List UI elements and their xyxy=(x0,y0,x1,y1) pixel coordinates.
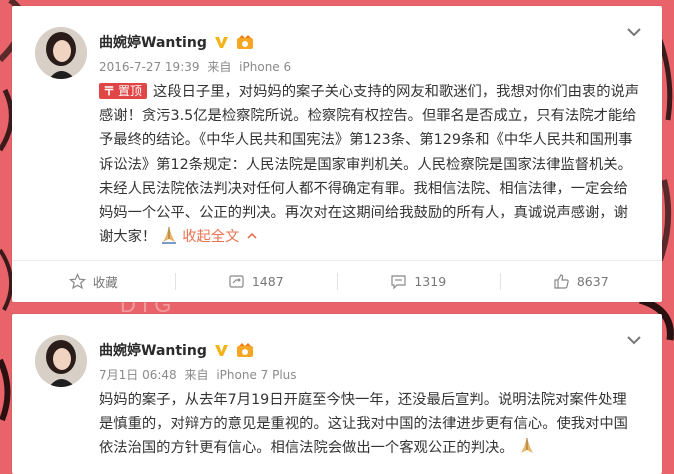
post-body: 妈妈的案子，从去年7月19日开庭至今快一年，还没最后宣判。说明法院对案件处理是慎… xyxy=(99,392,628,457)
repost-count: 1487 xyxy=(251,274,284,289)
weibo-post-card: 曲婉婷Wanting 7月1日 06:48 来自 iPhone 7 Plus 妈… xyxy=(12,314,662,474)
collapse-full-text-link[interactable]: 收起全文 xyxy=(182,229,257,245)
favorite-label: 收藏 xyxy=(92,275,118,290)
post-text: 〒置顶 这段日子里，对妈妈的案子关心支持的网友和歌迷们，我想对你们由衷的说声感谢！… xyxy=(99,80,640,249)
source-prefix: 来自 xyxy=(184,368,209,382)
crown-badge-icon[interactable] xyxy=(236,34,254,50)
post-text: 妈妈的案子，从去年7月19日开庭至今快一年，还没最后宣判。说明法院对案件处理是慎… xyxy=(99,388,640,461)
pray-emoji-icon xyxy=(162,227,177,245)
like-count: 8637 xyxy=(576,274,609,289)
pinned-label: 置顶 xyxy=(118,84,143,98)
verified-v-icon xyxy=(214,36,228,48)
star-icon xyxy=(68,273,86,290)
username[interactable]: 曲婉婷Wanting xyxy=(99,340,207,360)
source-prefix: 来自 xyxy=(207,60,232,74)
chevron-down-icon[interactable] xyxy=(626,334,642,346)
post-timestamp[interactable]: 7月1日 06:48 xyxy=(99,368,177,382)
action-bar: 收藏 1487 1319 8637 xyxy=(12,261,662,302)
post-meta: 7月1日 06:48 来自 iPhone 7 Plus xyxy=(99,366,301,383)
comment-icon xyxy=(391,275,406,290)
chevron-down-icon[interactable] xyxy=(626,26,642,38)
comment-button[interactable]: 1319 xyxy=(337,261,500,302)
thumbs-up-icon xyxy=(554,274,569,289)
weibo-post-card: 曲婉婷Wanting 2016-7-27 19:39 来自 iPhone 6 〒… xyxy=(12,6,662,302)
like-button[interactable]: 8637 xyxy=(499,261,663,302)
avatar[interactable] xyxy=(35,335,87,387)
post-meta: 2016-7-27 19:39 来自 iPhone 6 xyxy=(99,58,295,75)
repost-icon xyxy=(229,275,244,288)
chevron-up-icon xyxy=(247,233,257,239)
verified-v-icon xyxy=(214,344,228,356)
post-device[interactable]: iPhone 7 Plus xyxy=(216,368,296,382)
crown-badge-icon[interactable] xyxy=(236,342,254,358)
avatar[interactable] xyxy=(35,27,87,79)
post-timestamp[interactable]: 2016-7-27 19:39 xyxy=(99,60,200,74)
pin-icon: 〒 xyxy=(103,84,116,98)
favorite-button[interactable]: 收藏 xyxy=(12,261,175,302)
post-body: 这段日子里，对妈妈的案子关心支持的网友和歌迷们，我想对你们由衷的说声感谢！贪污3… xyxy=(99,84,640,246)
repost-button[interactable]: 1487 xyxy=(174,261,338,302)
post-device[interactable]: iPhone 6 xyxy=(239,60,291,74)
username[interactable]: 曲婉婷Wanting xyxy=(99,32,207,52)
pinned-badge: 〒置顶 xyxy=(99,83,148,99)
comment-count: 1319 xyxy=(414,274,447,289)
